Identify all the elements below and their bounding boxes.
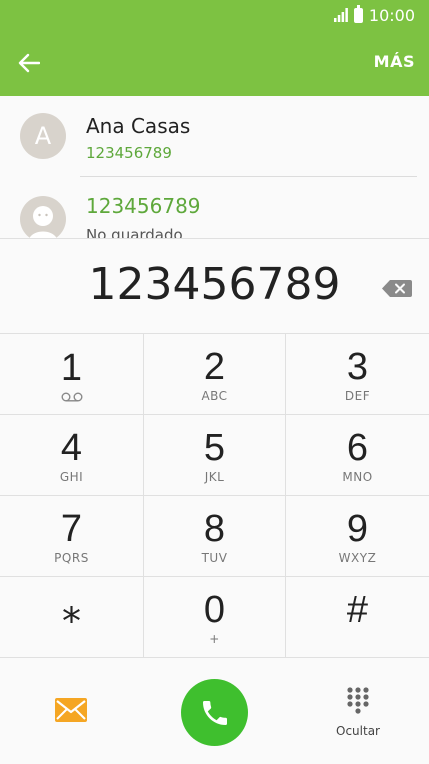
key-star[interactable]: ⁎	[0, 577, 143, 658]
dial-pad: 1 2 ABC 3 DEF 4 GHI 5 JKL 6 MNO 7 PQRS 8…	[0, 334, 429, 660]
contact-number: 123456789	[86, 144, 172, 162]
key-7[interactable]: 7 PQRS	[0, 496, 143, 577]
key-digit: 1	[60, 346, 83, 389]
arrow-left-icon	[18, 53, 40, 73]
dialed-number[interactable]: 123456789	[0, 259, 429, 310]
contact-number: 123456789	[86, 194, 201, 218]
contact-suggestions: A Ana Casas 123456789 123456789 No guard…	[0, 96, 429, 238]
phone-icon	[202, 700, 227, 725]
signal-icon	[333, 8, 348, 22]
backspace-icon[interactable]	[382, 280, 412, 297]
contact-subtitle: No guardado	[86, 226, 183, 238]
key-letters: WXYZ	[338, 550, 377, 565]
key-9[interactable]: 9 WXYZ	[286, 496, 429, 577]
key-letters: +	[209, 631, 220, 646]
more-button[interactable]: MÁS	[374, 52, 415, 71]
key-letters: ABC	[201, 388, 228, 403]
key-digit: 0	[203, 588, 226, 631]
key-digit: #	[346, 588, 369, 631]
status-bar: 10:00	[0, 0, 429, 30]
status-indicators: 10:00	[333, 4, 415, 26]
contact-name: Ana Casas	[86, 114, 191, 138]
battery-icon	[353, 4, 363, 23]
key-letters: JKL	[204, 469, 225, 484]
key-digit: ⁎	[62, 588, 81, 631]
dial-pad-row: ⁎ 0 + #	[0, 577, 429, 658]
key-letters: DEF	[344, 388, 371, 403]
dial-pad-row: 4 GHI 5 JKL 6 MNO	[0, 415, 429, 496]
key-0[interactable]: 0 +	[143, 577, 286, 658]
key-6[interactable]: 6 MNO	[286, 415, 429, 496]
key-3[interactable]: 3 DEF	[286, 334, 429, 415]
key-letters: PQRS	[54, 550, 89, 565]
dial-pad-row: 7 PQRS 8 TUV 9 WXYZ	[0, 496, 429, 577]
key-2[interactable]: 2 ABC	[143, 334, 286, 415]
key-digit: 7	[60, 507, 83, 550]
voicemail-icon	[61, 392, 82, 402]
key-digit: 5	[203, 426, 226, 469]
divider	[80, 176, 417, 177]
hide-keypad-button[interactable]: Ocultar	[330, 686, 386, 746]
call-button[interactable]	[181, 679, 248, 746]
key-hash[interactable]: #	[286, 577, 429, 658]
number-display: 123456789	[0, 238, 429, 334]
key-digit: 9	[346, 507, 369, 550]
hide-keypad-label: Ocultar	[336, 724, 380, 738]
key-digit: 6	[346, 426, 369, 469]
avatar	[20, 196, 66, 238]
status-time: 10:00	[368, 5, 415, 25]
key-letters: MNO	[342, 469, 373, 484]
key-digit: 3	[346, 345, 369, 388]
key-digit: 4	[60, 426, 83, 469]
person-icon	[29, 206, 57, 238]
contact-suggestion[interactable]: 123456789 No guardado	[0, 180, 429, 238]
key-8[interactable]: 8 TUV	[143, 496, 286, 577]
key-1[interactable]: 1	[0, 334, 143, 415]
dial-pad-row: 1 2 ABC 3 DEF	[0, 334, 429, 415]
bottom-bar: Ocultar	[0, 660, 429, 764]
app-bar: MÁS	[0, 30, 429, 96]
key-5[interactable]: 5 JKL	[143, 415, 286, 496]
key-digit: 2	[203, 345, 226, 388]
contact-suggestion[interactable]: A Ana Casas 123456789	[0, 96, 429, 177]
key-4[interactable]: 4 GHI	[0, 415, 143, 496]
key-digit: 8	[203, 507, 226, 550]
avatar: A	[20, 113, 66, 159]
dialpad-icon	[347, 687, 369, 714]
message-icon[interactable]	[55, 698, 87, 722]
back-button[interactable]	[14, 48, 44, 78]
key-letters: TUV	[201, 550, 228, 565]
key-letters: GHI	[59, 469, 84, 484]
